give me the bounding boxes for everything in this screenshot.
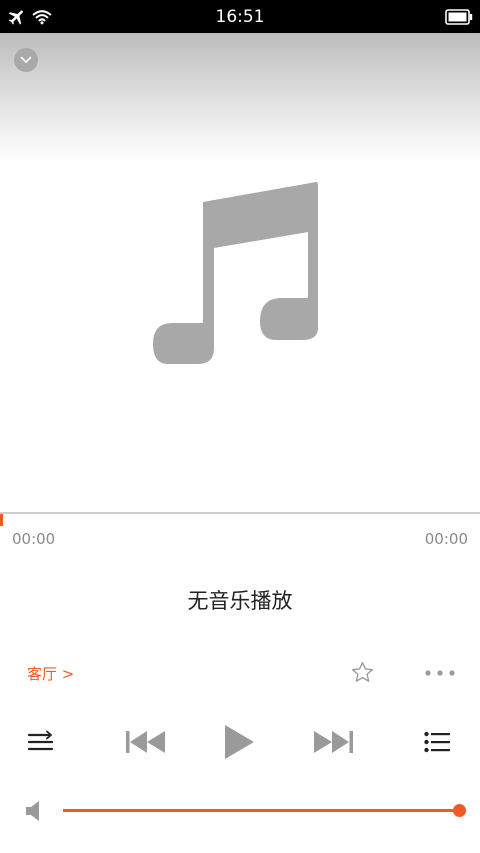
music-note-icon xyxy=(153,182,318,364)
repeat-mode-button[interactable] xyxy=(27,730,54,754)
elapsed-time: 00:00 xyxy=(12,530,56,548)
play-button[interactable] xyxy=(222,723,256,761)
playlist-icon xyxy=(424,731,450,753)
header-background xyxy=(0,33,480,163)
favorite-button[interactable] xyxy=(350,660,375,685)
playlist-button[interactable] xyxy=(424,731,451,753)
more-options-button[interactable] xyxy=(424,663,456,683)
status-time: 16:51 xyxy=(215,7,265,27)
star-outline-icon xyxy=(352,661,373,682)
next-track-button[interactable] xyxy=(311,729,355,755)
previous-track-icon xyxy=(126,731,165,753)
speaker-icon[interactable] xyxy=(25,800,43,822)
previous-track-button[interactable] xyxy=(124,729,168,755)
volume-fill xyxy=(63,809,459,812)
progress-bar[interactable] xyxy=(0,512,480,514)
volume-handle[interactable] xyxy=(453,804,466,817)
song-title: 无音乐播放 xyxy=(187,589,293,613)
volume-slider[interactable] xyxy=(63,804,466,817)
collapse-button[interactable] xyxy=(14,48,38,72)
play-icon xyxy=(225,725,254,759)
repeat-icon xyxy=(27,730,54,751)
device-selector-link[interactable]: 客厅 > xyxy=(27,663,74,684)
total-time: 00:00 xyxy=(424,530,468,548)
battery-icon xyxy=(445,9,473,25)
more-dots-icon xyxy=(425,670,455,676)
next-track-icon xyxy=(314,731,353,753)
progress-handle[interactable] xyxy=(0,514,3,526)
chevron-down-icon xyxy=(20,56,32,63)
status-bar: 16:51 xyxy=(0,0,480,33)
